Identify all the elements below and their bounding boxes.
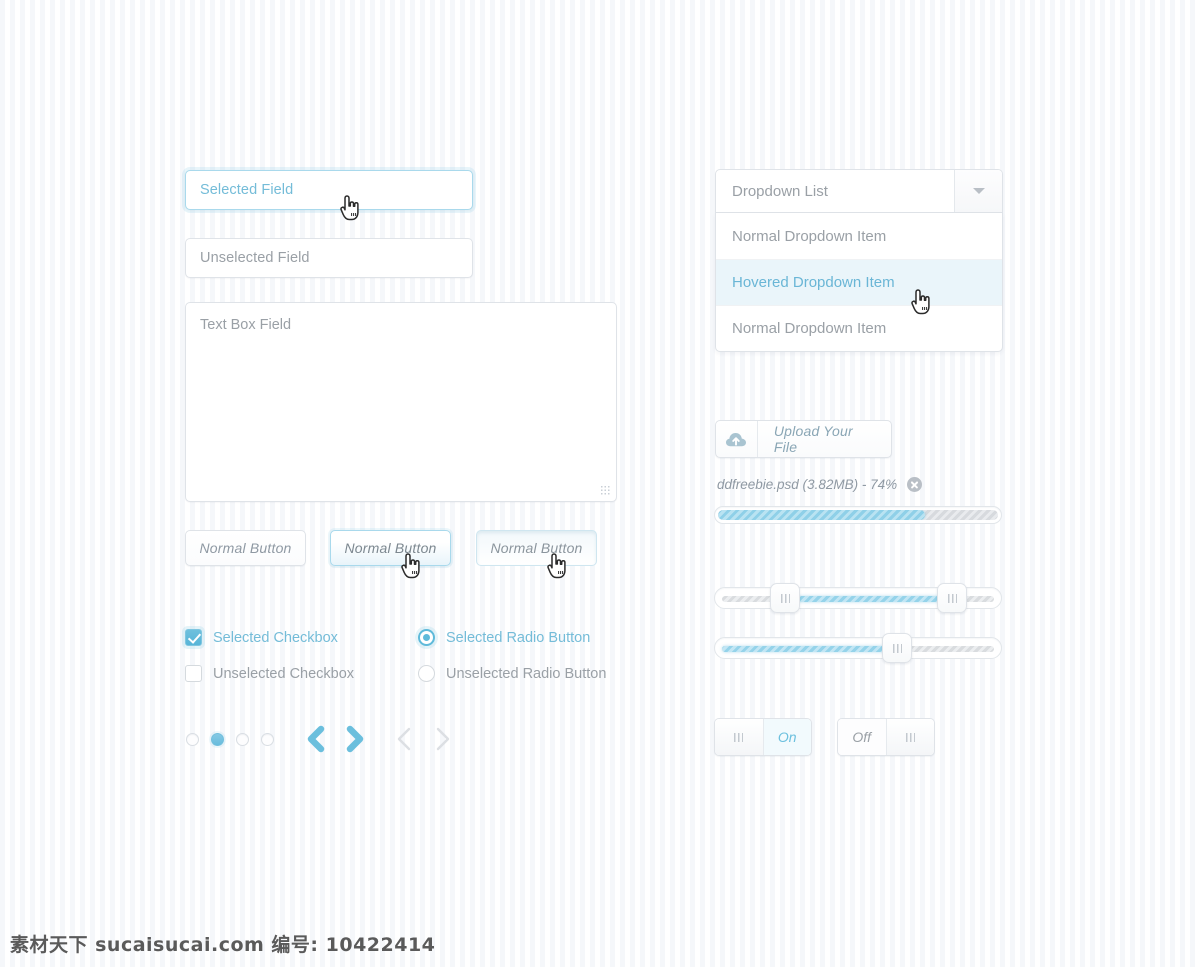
ui-kit-canvas: Selected Field Unselected Field Text Box… (0, 0, 1200, 967)
pagination-dot-4[interactable] (261, 733, 274, 746)
toggle-on-label: On (762, 719, 811, 755)
normal-button-label: Normal Button (199, 540, 292, 556)
upload-progress-bar (714, 506, 1002, 524)
pressed-button[interactable]: Normal Button (476, 530, 597, 566)
dropdown-toggle-button[interactable] (954, 170, 1002, 212)
chevron-right-disabled-icon[interactable] (431, 724, 455, 754)
radio-checked-icon[interactable] (418, 629, 435, 646)
chevron-right-icon[interactable] (343, 724, 367, 754)
single-slider-handle[interactable] (882, 633, 913, 663)
dropdown-item-normal-1[interactable]: Normal Dropdown Item (716, 213, 1002, 259)
dropdown-value: Dropdown List (732, 182, 828, 200)
grip-icon (780, 593, 790, 603)
upload-button[interactable]: Upload Your File (715, 420, 892, 458)
selected-radio-button[interactable]: Selected Radio Button (418, 629, 590, 646)
toggle-off-label: Off (838, 719, 887, 755)
pagination-dot-1[interactable] (186, 733, 199, 746)
dropdown-header[interactable]: Dropdown List (715, 169, 1003, 213)
dropdown-item-normal-2[interactable]: Normal Dropdown Item (716, 305, 1002, 351)
resize-grip-icon[interactable] (600, 485, 611, 496)
toggle-off[interactable]: Off (837, 718, 935, 756)
unselected-radio-button[interactable]: Unselected Radio Button (418, 665, 606, 682)
selected-radio-label: Selected Radio Button (446, 629, 591, 646)
close-circle-icon[interactable] (907, 477, 923, 492)
grip-icon (947, 593, 957, 603)
upload-file-status: ddfreebie.psd (3.82MB) - 74% (717, 477, 923, 492)
hovered-button[interactable]: Normal Button (330, 530, 451, 566)
selected-checkbox[interactable]: Selected Checkbox (185, 629, 338, 646)
unselected-field-label: Unselected Field (200, 250, 310, 266)
range-slider-handle-start[interactable] (770, 583, 801, 613)
checkbox-checked-icon[interactable] (185, 629, 202, 646)
text-box-field-label: Text Box Field (200, 317, 292, 333)
hovered-button-label: Normal Button (344, 540, 437, 556)
normal-button[interactable]: Normal Button (185, 530, 306, 566)
radio-unchecked-icon[interactable] (418, 665, 435, 682)
checkbox-unchecked-icon[interactable] (185, 665, 202, 682)
unselected-radio-label: Unselected Radio Button (446, 665, 607, 682)
grip-icon (892, 643, 902, 653)
grip-icon (734, 732, 744, 742)
range-slider-fill (785, 596, 953, 602)
selected-field-label: Selected Field (200, 182, 294, 198)
dropdown-item-label: Normal Dropdown Item (732, 227, 887, 245)
unselected-checkbox[interactable]: Unselected Checkbox (185, 665, 354, 682)
range-slider-handle-end[interactable] (937, 583, 968, 613)
upload-file-status-text: ddfreebie.psd (3.82MB) - 74% (717, 477, 898, 492)
dropdown-item-label: Normal Dropdown Item (732, 320, 887, 337)
selected-field[interactable]: Selected Field (185, 170, 473, 210)
dropdown-list: Normal Dropdown Item Hovered Dropdown It… (715, 213, 1003, 352)
cloud-upload-icon (716, 421, 758, 457)
selected-checkbox-label: Selected Checkbox (213, 629, 338, 646)
toggle-off-knob[interactable] (886, 719, 934, 755)
grip-icon (905, 732, 915, 742)
toggle-on-knob[interactable] (715, 719, 763, 755)
progress-fill (718, 510, 926, 520)
chevron-left-disabled-icon[interactable] (391, 724, 415, 754)
progress-track (718, 510, 998, 520)
pagination-dot-3[interactable] (236, 733, 249, 746)
pressed-button-label: Normal Button (490, 540, 583, 556)
unselected-checkbox-label: Unselected Checkbox (213, 665, 355, 682)
chevron-left-icon[interactable] (303, 724, 327, 754)
unselected-field[interactable]: Unselected Field (185, 238, 473, 278)
range-slider[interactable] (714, 583, 1002, 613)
dropdown-item-label: Hovered Dropdown Item (732, 274, 895, 291)
single-slider-fill (722, 646, 898, 652)
chevron-down-icon (972, 188, 985, 194)
single-slider[interactable] (714, 633, 1002, 663)
dropdown-item-hovered[interactable]: Hovered Dropdown Item (716, 259, 1002, 305)
watermark: 素材天下 sucaisucai.com 编号: 10422414 (10, 934, 436, 956)
text-box-field[interactable]: Text Box Field (185, 302, 617, 502)
pagination-dot-2-active[interactable] (211, 733, 224, 746)
toggle-on[interactable]: On (714, 718, 812, 756)
upload-button-label: Upload Your File (773, 423, 853, 455)
